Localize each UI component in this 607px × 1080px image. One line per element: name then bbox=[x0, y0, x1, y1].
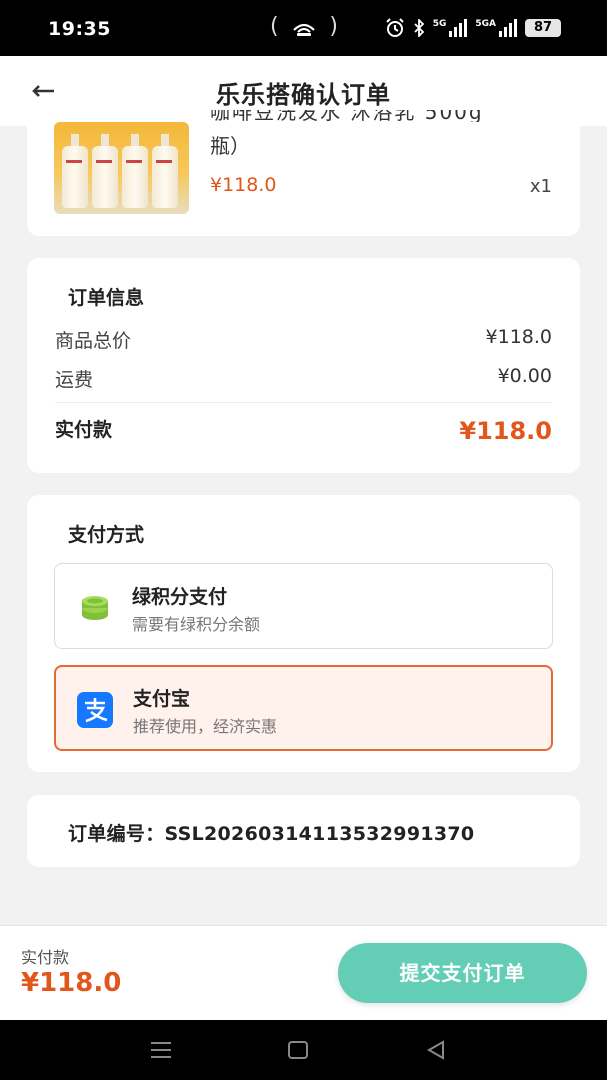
divider bbox=[55, 402, 552, 403]
payment-method-title: 支付方式 bbox=[68, 524, 145, 546]
status-bar: 19:35 ( ) 5G 5GA 87 bbox=[0, 0, 607, 56]
page-title: 乐乐搭确认订单 bbox=[216, 81, 391, 109]
order-number-card: 订单编号：SSL20260314113532991370 bbox=[27, 795, 580, 867]
submit-payment-button[interactable]: 提交支付订单 bbox=[338, 943, 587, 1003]
alipay-icon bbox=[77, 692, 113, 728]
shipping-value: ¥0.00 bbox=[497, 365, 552, 387]
order-number: 订单编号：SSL20260314113532991370 bbox=[68, 823, 475, 845]
home-icon[interactable] bbox=[288, 1041, 308, 1059]
battery-indicator: 87 bbox=[525, 19, 561, 37]
hotspot-icon bbox=[293, 23, 315, 36]
pay-option-desc: 需要有绿积分余额 bbox=[132, 615, 261, 634]
signal-5ga-icon: 5GA bbox=[475, 19, 517, 37]
bottom-payable-amount: ¥118.0 bbox=[21, 968, 122, 998]
system-nav-bar bbox=[0, 1020, 607, 1080]
product-image[interactable] bbox=[54, 122, 189, 214]
alarm-icon bbox=[386, 18, 404, 37]
pay-option-desc: 推荐使用，经济实惠 bbox=[133, 717, 278, 736]
product-name: 瓶） bbox=[210, 134, 250, 158]
coins-icon bbox=[82, 596, 108, 620]
signal-5g-icon: 5G bbox=[433, 19, 468, 37]
product-price: ¥118.0 bbox=[210, 174, 277, 196]
bluetooth-icon bbox=[414, 19, 424, 37]
menu-icon[interactable] bbox=[150, 1040, 172, 1060]
product-card: 咖啡豆洗发水 沐浴乳 500g 瓶） ¥118.0 x1 bbox=[27, 110, 580, 236]
hotspot-indicator: ( ) bbox=[270, 14, 338, 39]
goods-total-value: ¥118.0 bbox=[485, 326, 552, 348]
bottom-action-bar: 实付款 ¥118.0 提交支付订单 bbox=[0, 925, 607, 1020]
pay-option-name: 绿积分支付 bbox=[132, 586, 228, 608]
order-info-card: 订单信息 商品总价 ¥118.0 运费 ¥0.00 实付款 ¥118.0 bbox=[27, 258, 580, 473]
product-name-cut: 咖啡豆洗发水 沐浴乳 500g bbox=[210, 110, 484, 122]
goods-total-label: 商品总价 bbox=[55, 330, 132, 352]
shipping-label: 运费 bbox=[55, 369, 94, 391]
payment-method-card: 支付方式 绿积分支付 需要有绿积分余额 支付宝 推荐使用，经济实惠 bbox=[27, 495, 580, 772]
order-info-title: 订单信息 bbox=[68, 287, 145, 309]
bottom-payable-label: 实付款 bbox=[21, 948, 70, 967]
status-time: 19:35 bbox=[48, 18, 111, 40]
back-triangle-icon[interactable] bbox=[426, 1040, 446, 1060]
pay-option-green-points[interactable]: 绿积分支付 需要有绿积分余额 bbox=[54, 563, 553, 649]
pay-option-name: 支付宝 bbox=[133, 688, 191, 710]
pay-option-alipay[interactable]: 支付宝 推荐使用，经济实惠 bbox=[54, 665, 553, 751]
payable-label: 实付款 bbox=[55, 419, 113, 441]
product-quantity: x1 bbox=[529, 176, 552, 197]
payable-value: ¥118.0 bbox=[459, 417, 552, 445]
status-icons: 5G 5GA 87 bbox=[385, 18, 561, 38]
